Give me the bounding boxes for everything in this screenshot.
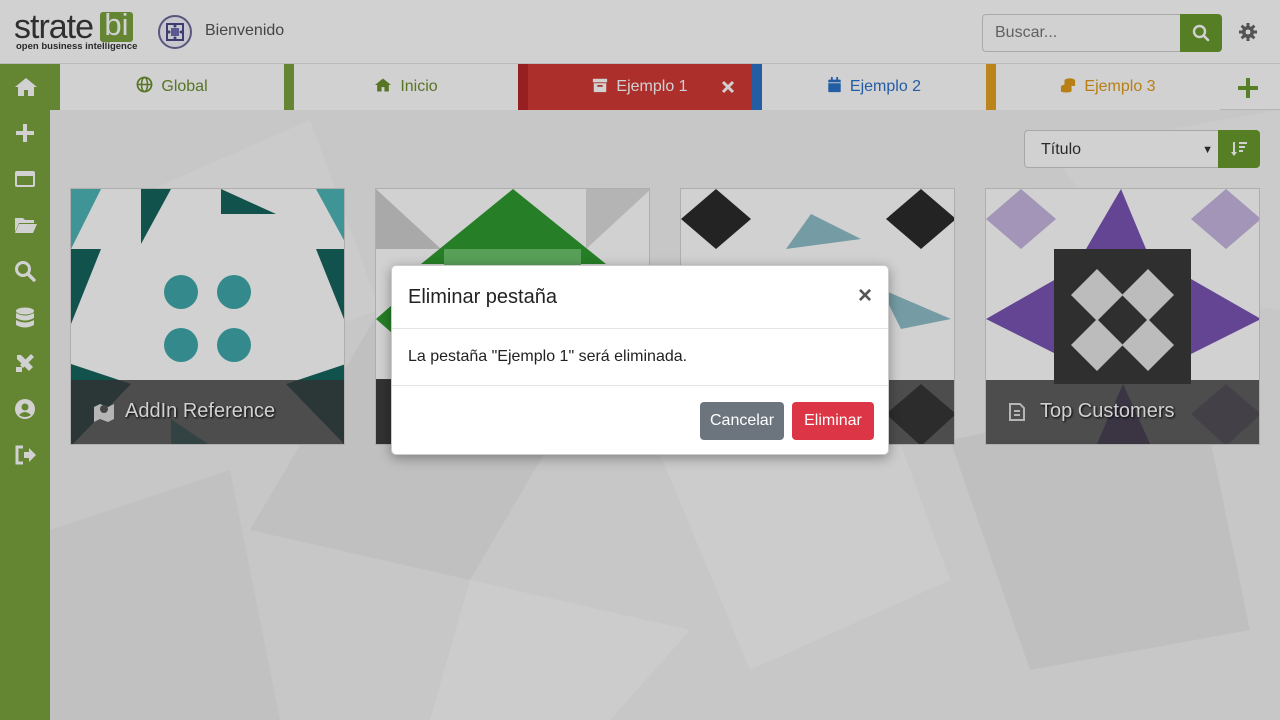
delete-tab-dialog: Eliminar pestaña × La pestaña "Ejemplo 1… [391, 265, 889, 455]
dialog-close-button[interactable]: × [858, 284, 872, 308]
dialog-header: Eliminar pestaña × [392, 266, 888, 329]
cancel-button[interactable]: Cancelar [700, 402, 784, 440]
dialog-message: La pestaña "Ejemplo 1" será eliminada. [408, 348, 688, 365]
delete-button[interactable]: Eliminar [792, 402, 874, 440]
dialog-footer: Cancelar Eliminar [392, 385, 888, 455]
dialog-title: Eliminar pestaña [408, 286, 557, 308]
